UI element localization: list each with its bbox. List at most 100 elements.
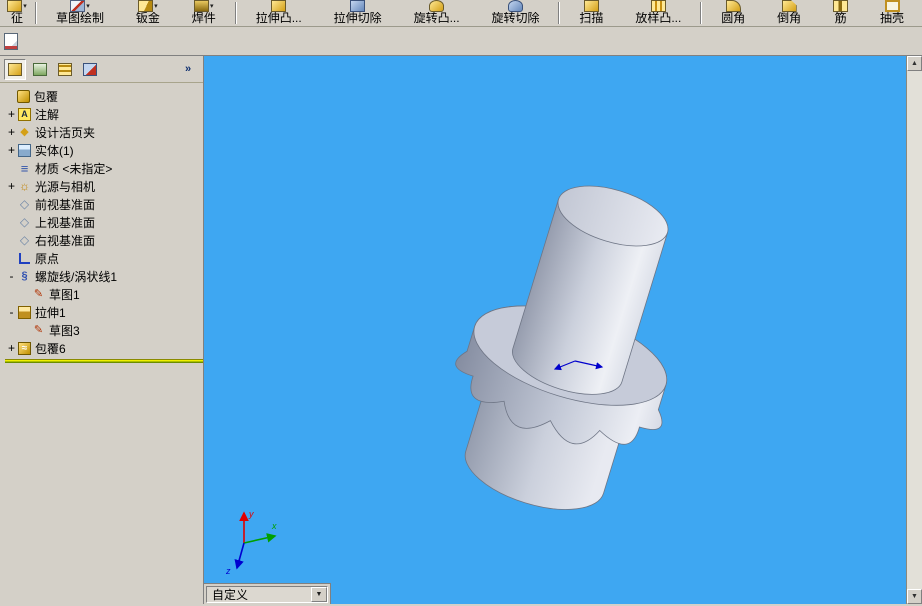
toolbar-button-extrude-boss[interactable]: 拉伸凸... xyxy=(240,0,318,26)
sketch-draw-icon xyxy=(70,0,86,12)
tree-item-right-plane[interactable]: 右视基准面 xyxy=(5,231,203,249)
view-orientation-combo[interactable]: 自定义 ▼ xyxy=(206,585,328,603)
toolbar-icon-wrap xyxy=(725,0,741,12)
rollback-bar[interactable] xyxy=(5,359,203,363)
tree-item-lights-cameras[interactable]: + 光源与相机 xyxy=(5,177,203,195)
display-pane-expand-button[interactable]: » xyxy=(177,58,199,80)
tree-item-sketch3[interactable]: 草图3 xyxy=(5,321,203,339)
standard-toolbar xyxy=(0,27,922,56)
document-icon[interactable] xyxy=(4,32,18,50)
plane-icon xyxy=(18,216,31,229)
helix-icon xyxy=(18,270,31,283)
toolbar-button-weldment[interactable]: ▾ 焊件 xyxy=(176,0,232,26)
tab-configuration-manager[interactable] xyxy=(54,58,76,80)
tab-third-party[interactable] xyxy=(79,58,101,80)
toolbar-button-sheet-metal[interactable]: ▾ 钣金 xyxy=(120,0,176,26)
extrude-cut-icon xyxy=(350,0,366,12)
arrow-up-icon: ▲ xyxy=(911,60,918,67)
feature-tree-icon xyxy=(8,62,22,76)
scrollbar-track[interactable] xyxy=(907,71,922,589)
panel-tab-bar: » xyxy=(0,56,203,83)
toolbar-separator xyxy=(558,2,561,24)
toolbar-button-fillet[interactable]: 圆角 xyxy=(705,0,761,26)
origin-icon xyxy=(19,252,30,264)
toolbar-icon-wrap xyxy=(271,0,287,12)
tree-root-part[interactable]: 包覆 xyxy=(5,87,203,105)
triad-x-label: x xyxy=(271,521,277,531)
expand-toggle[interactable]: + xyxy=(5,108,18,120)
toolbar-button-revolve-cut[interactable]: 旋转切除 xyxy=(476,0,556,26)
third-party-icon xyxy=(83,62,97,76)
chevron-down-icon: ▼ xyxy=(315,590,323,598)
toolbar-separator xyxy=(700,2,703,24)
tree-item-wrap6[interactable]: + 包覆6 xyxy=(5,339,203,357)
weldment-icon xyxy=(194,0,210,12)
tree-item-material[interactable]: 材质 <未指定> xyxy=(5,159,203,177)
scroll-down-button[interactable]: ▼ xyxy=(907,589,922,604)
toolbar-separator xyxy=(234,2,237,24)
expand-toggle[interactable]: - xyxy=(5,306,18,318)
toolbar-icon-wrap: ▾ xyxy=(70,0,90,12)
combo-dropdown-button[interactable]: ▼ xyxy=(311,586,327,602)
wrap-icon xyxy=(18,341,31,355)
scroll-up-button[interactable]: ▲ xyxy=(907,56,922,71)
toolbar-icon-wrap xyxy=(350,0,366,12)
tree-item-front-plane[interactable]: 前视基准面 xyxy=(5,195,203,213)
tab-property-manager[interactable] xyxy=(29,58,51,80)
rib-icon xyxy=(833,0,849,12)
model-canvas[interactable]: y x z xyxy=(204,56,906,604)
toolbar-icon-wrap xyxy=(507,0,523,12)
tree-item-design-binder[interactable]: + 设计活页夹 xyxy=(5,123,203,141)
configuration-manager-icon xyxy=(58,62,72,76)
extrude-icon xyxy=(18,305,31,319)
annotation-icon xyxy=(18,107,31,121)
tree-item-annotations[interactable]: + 注解 xyxy=(5,105,203,123)
chevron-down-icon: ▾ xyxy=(154,2,158,10)
view-toolbar: 自定义 ▼ xyxy=(204,583,331,604)
expand-toggle[interactable]: + xyxy=(5,342,18,354)
toolbar-button-features[interactable]: ▾ 征 xyxy=(2,0,32,26)
toolbar-icon-wrap: ▾ xyxy=(194,0,214,12)
toolbar-icon-wrap xyxy=(884,0,900,12)
toolbar-icon-wrap: ▾ xyxy=(7,0,27,12)
chevron-down-icon: ▾ xyxy=(210,2,214,10)
tree-item-sketch1[interactable]: 草图1 xyxy=(5,285,203,303)
chamfer-icon xyxy=(781,0,797,12)
expand-toggle[interactable]: + xyxy=(5,180,18,192)
tree-item-top-plane[interactable]: 上视基准面 xyxy=(5,213,203,231)
reference-triad: y x z xyxy=(225,509,277,576)
tree-item-origin[interactable]: 原点 xyxy=(5,249,203,267)
toolbar-button-revolve-boss[interactable]: 旋转凸... xyxy=(398,0,476,26)
chevron-down-icon: ▾ xyxy=(86,2,90,10)
graphics-area[interactable]: y x z xyxy=(204,56,906,604)
toolbar-icon-wrap xyxy=(833,0,849,12)
lights-icon xyxy=(18,180,31,193)
combo-value: 自定义 xyxy=(212,587,249,602)
vertical-scrollbar[interactable]: ▲ ▼ xyxy=(906,56,922,604)
expand-toggle[interactable]: + xyxy=(5,126,18,138)
expand-toggle[interactable]: - xyxy=(5,270,18,282)
expand-toggle[interactable]: + xyxy=(5,144,18,156)
toolbar-separator xyxy=(35,2,37,24)
chevrons-right-icon: » xyxy=(184,63,192,75)
toolbar-icon-wrap xyxy=(781,0,797,12)
tree-item-extrude1[interactable]: - 拉伸1 xyxy=(5,303,203,321)
toolbar-button-extrude-cut[interactable]: 拉伸切除 xyxy=(318,0,398,26)
toolbar-button-shell[interactable]: 抽壳 xyxy=(864,0,920,26)
toolbar-button-sweep[interactable]: 扫描 xyxy=(563,0,619,26)
toolbar-button-sketch-draw[interactable]: ▾ 草图绘制 xyxy=(40,0,120,26)
toolbar-button-chamfer[interactable]: 倒角 xyxy=(761,0,817,26)
toolbar-button-loft[interactable]: 放样凸... xyxy=(619,0,697,26)
graphics-viewport[interactable]: y x z 自定义 ▼ ▲ ▼ xyxy=(204,56,922,604)
tab-feature-manager[interactable] xyxy=(4,58,26,80)
revolve-boss-icon xyxy=(429,0,445,12)
tree-item-helix[interactable]: - 螺旋线/涡状线1 xyxy=(5,267,203,285)
toolbar-button-rib[interactable]: 筋 xyxy=(817,0,864,26)
plane-icon xyxy=(18,234,31,247)
tree-item-solid-bodies[interactable]: + 实体(1) xyxy=(5,141,203,159)
extrude-boss-icon xyxy=(271,0,287,12)
arrow-down-icon: ▼ xyxy=(911,593,918,600)
model-bevel-gear[interactable] xyxy=(422,160,723,535)
triad-y-label: y xyxy=(248,509,254,519)
part-icon xyxy=(17,89,30,103)
